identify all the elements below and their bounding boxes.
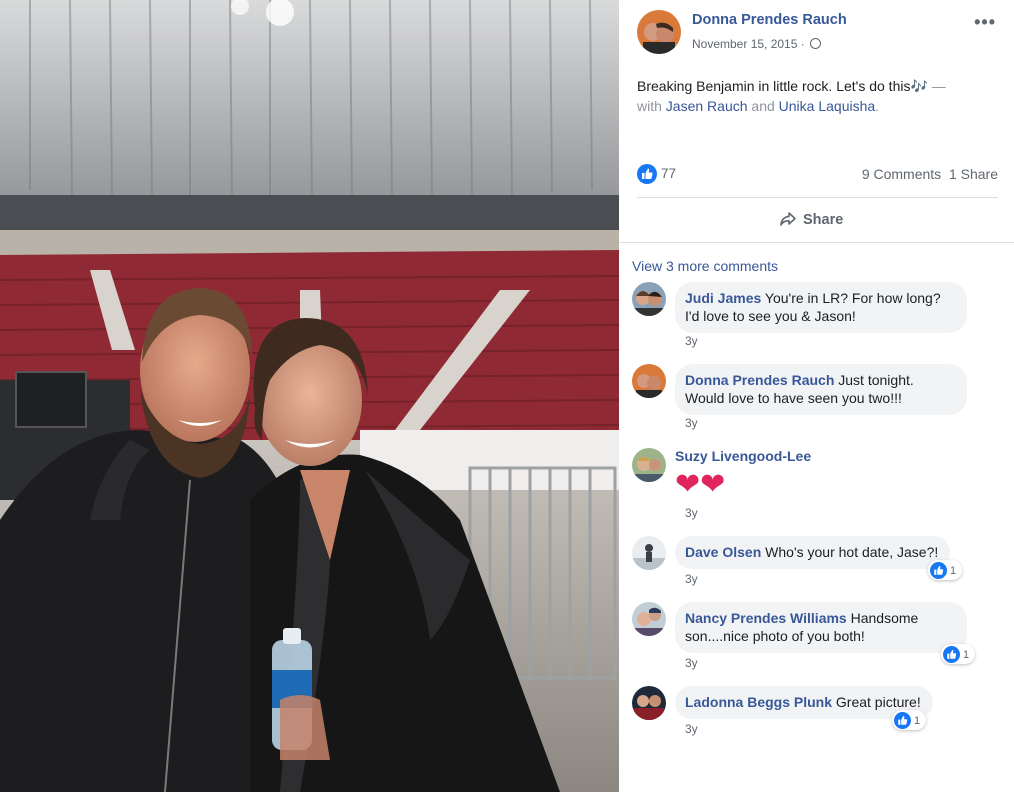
caption-end: . — [875, 98, 880, 114]
commenter-avatar[interactable] — [632, 448, 666, 482]
comment-reaction-badge[interactable]: 1 — [941, 644, 976, 664]
caption-with: with — [637, 98, 666, 114]
caption-and: and — [747, 98, 779, 114]
comment-share-counts: 9 Comments 1 Share — [862, 166, 998, 182]
comment-bubble: Judi James You're in LR? For how long? I… — [675, 282, 967, 333]
comment-timestamp[interactable]: 3y — [685, 506, 698, 520]
commenter-name[interactable]: Suzy Livengood-Lee — [675, 448, 811, 464]
tagged-user-link[interactable]: Unika Laquisha — [779, 98, 876, 114]
comment-bubble: Dave Olsen Who's your hot date, Jase?! — [675, 536, 951, 569]
commenter-name[interactable]: Ladonna Beggs Plunk — [685, 694, 832, 710]
tagged-user-link[interactable]: Jasen Rauch — [666, 98, 748, 114]
post-date[interactable]: November 15, 2015 — [692, 37, 797, 51]
post-caption: Breaking Benjamin in little rock. Let's … — [637, 76, 997, 116]
heart-emoji-comment: ❤❤ — [675, 468, 726, 501]
like-reaction-icon — [943, 646, 960, 663]
commenter-avatar-image — [632, 536, 666, 570]
view-more-comments-link[interactable]: View 3 more comments — [632, 258, 778, 274]
commenter-name-plain: Suzy Livengood-Lee — [675, 448, 811, 466]
meta-separator: · — [800, 37, 805, 51]
reaction-count: 1 — [963, 648, 970, 661]
author-avatar-image — [637, 10, 681, 54]
comment-reaction-badge[interactable]: 1 — [928, 560, 963, 580]
post-meta: November 15, 2015 · — [692, 37, 822, 51]
post-photo[interactable] — [0, 0, 619, 792]
share-button-label: Share — [803, 212, 844, 228]
comment-text: Great picture! — [832, 694, 921, 710]
like-reaction-icon[interactable] — [637, 164, 657, 184]
like-reaction-icon — [894, 712, 911, 729]
commenter-name[interactable]: Nancy Prendes Williams — [685, 610, 847, 626]
post-author-name[interactable]: Donna Prendes Rauch — [692, 12, 847, 28]
commenter-avatar-image — [632, 364, 666, 398]
comment-timestamp[interactable]: 3y — [685, 572, 698, 586]
globe-icon — [810, 38, 822, 49]
comments-count-link[interactable]: 9 Comments — [862, 166, 941, 182]
more-options-icon[interactable]: ••• — [974, 12, 996, 33]
comment-timestamp[interactable]: 3y — [685, 334, 698, 348]
commenter-avatar[interactable] — [632, 686, 666, 720]
reaction-count: 1 — [914, 714, 921, 727]
comment-timestamp[interactable]: 3y — [685, 722, 698, 736]
like-reaction-icon — [930, 562, 947, 579]
commenter-avatar-image — [632, 602, 666, 636]
comment-item: Donna Prendes Rauch Just tonight. Would … — [632, 364, 1002, 434]
post-details-panel: Donna Prendes Rauch November 15, 2015 · … — [619, 0, 1014, 792]
divider — [619, 242, 1014, 243]
commenter-avatar[interactable] — [632, 602, 666, 636]
commenter-name[interactable]: Donna Prendes Rauch — [685, 372, 834, 388]
commenter-avatar[interactable] — [632, 536, 666, 570]
commenter-avatar-image — [632, 448, 666, 482]
comment-item: Ladonna Beggs Plunk Great picture! 1 3y — [632, 686, 1002, 740]
post-header: Donna Prendes Rauch November 15, 2015 · … — [637, 10, 1004, 54]
comment-item: Nancy Prendes Williams Handsome son....n… — [632, 602, 1002, 672]
commenter-avatar[interactable] — [632, 282, 666, 316]
comment-item: Suzy Livengood-Lee ❤❤ 3y — [632, 448, 1002, 520]
comment-item: Judi James You're in LR? For how long? I… — [632, 282, 1002, 352]
commenter-name[interactable]: Dave Olsen — [685, 544, 761, 560]
comment-reaction-badge[interactable]: 1 — [892, 710, 927, 730]
comment-bubble: Nancy Prendes Williams Handsome son....n… — [675, 602, 967, 653]
reaction-count: 1 — [950, 564, 957, 577]
thumbs-up-icon — [934, 565, 944, 575]
like-count[interactable]: 77 — [661, 166, 676, 181]
arena-photo-image — [0, 0, 619, 792]
author-avatar[interactable] — [637, 10, 681, 54]
comment-bubble: Donna Prendes Rauch Just tonight. Would … — [675, 364, 967, 415]
thumbs-up-icon — [947, 649, 957, 659]
thumbs-up-icon — [898, 715, 908, 725]
comment-timestamp[interactable]: 3y — [685, 656, 698, 670]
commenter-avatar-image — [632, 686, 666, 720]
shares-count-link[interactable]: 1 Share — [949, 166, 998, 182]
share-arrow-icon — [780, 212, 796, 226]
commenter-avatar-image — [632, 282, 666, 316]
comment-timestamp[interactable]: 3y — [685, 416, 698, 430]
caption-dash: — — [927, 78, 946, 94]
comment-item: Dave Olsen Who's your hot date, Jase?! 1… — [632, 536, 1002, 590]
thumbs-up-icon — [642, 168, 653, 179]
comment-text: Who's your hot date, Jase?! — [761, 544, 939, 560]
post-stats: 77 9 Comments 1 Share — [637, 163, 998, 185]
share-button[interactable]: Share — [779, 210, 843, 228]
commenter-avatar[interactable] — [632, 364, 666, 398]
divider — [637, 197, 998, 198]
photo-theater: Donna Prendes Rauch November 15, 2015 · … — [0, 0, 1014, 792]
commenter-name[interactable]: Judi James — [685, 290, 761, 306]
caption-text: Breaking Benjamin in little rock. Let's … — [637, 78, 928, 94]
